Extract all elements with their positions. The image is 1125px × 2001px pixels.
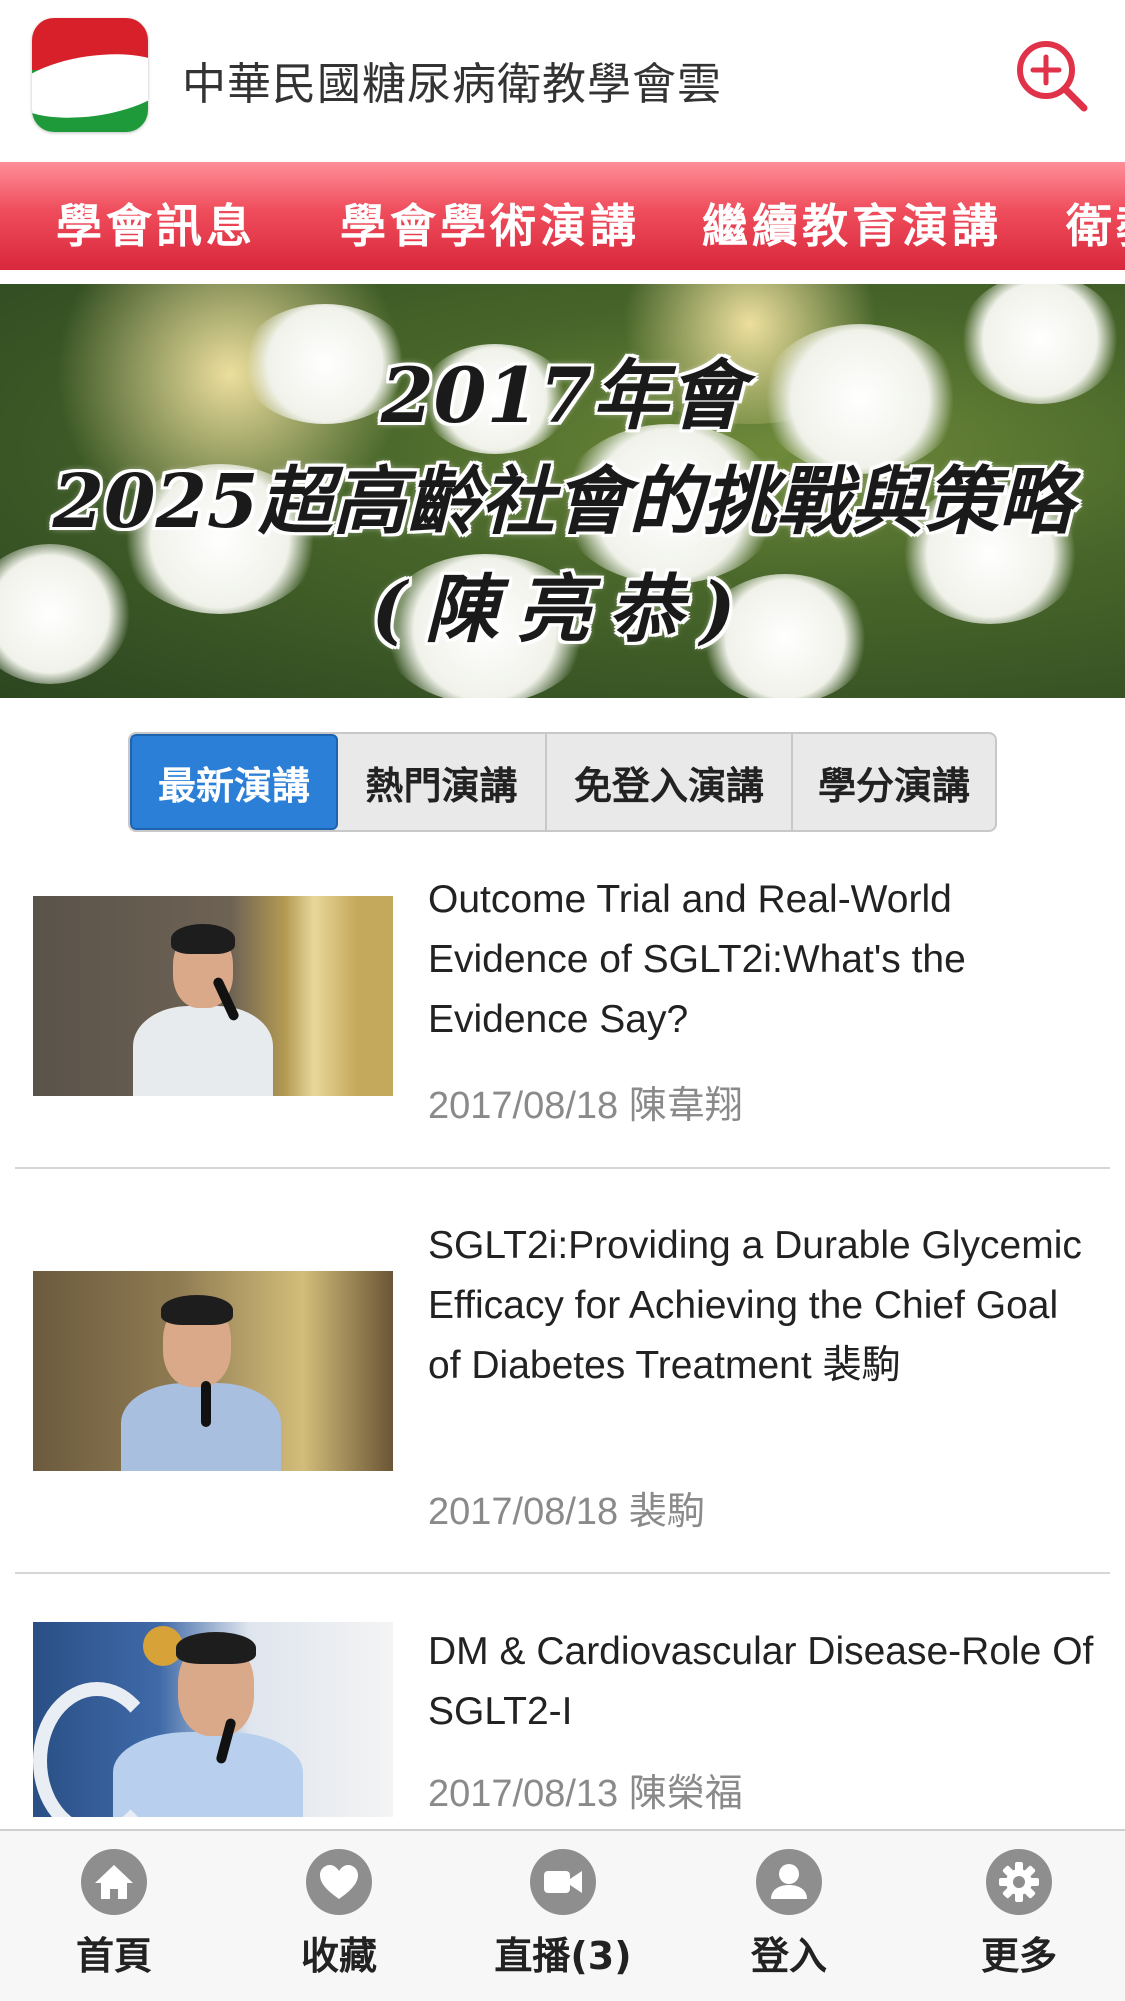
tab-label: 登入	[750, 1934, 827, 1978]
lecture-meta: 2017/08/18 陳韋翔	[428, 1085, 743, 1127]
video-camera-icon	[530, 1849, 596, 1915]
gear-icon	[986, 1849, 1052, 1915]
lecture-thumbnail[interactable]	[33, 1271, 393, 1471]
banner-line-3: (陳亮恭)	[371, 567, 754, 653]
lecture-filter-segmented: 最新演講 熱門演講 免登入演講 學分演講	[128, 732, 997, 832]
segment-no-login[interactable]: 免登入演講	[547, 734, 793, 830]
lecture-title[interactable]: Outcome Trial and Real-World Evidence of…	[428, 870, 1098, 1050]
segment-credit[interactable]: 學分演講	[793, 734, 995, 830]
app-header: ADE 中華民國糖尿病衛教學會雲	[0, 0, 1125, 162]
top-nav: 學會訊息 學會學術演講 繼續教育演講 衛教	[0, 162, 1125, 270]
banner[interactable]: 2017年會 2025超高齡社會的挑戰與策略 (陳亮恭)	[0, 284, 1125, 698]
nav-item-education[interactable]: 衛教	[1066, 190, 1125, 256]
lecture-meta: 2017/08/18 裴駒	[428, 1491, 705, 1533]
segment-popular[interactable]: 熱門演講	[338, 734, 547, 830]
list-item[interactable]: SGLT2i:Providing a Durable Glycemic Effi…	[0, 1216, 1125, 1556]
ade-logo: ADE	[32, 18, 148, 132]
tab-more[interactable]: 更多	[939, 1849, 1099, 1980]
nav-item-ce-talks[interactable]: 繼續教育演講	[702, 190, 1002, 256]
tab-home[interactable]: 首頁	[34, 1849, 194, 1980]
app-title: 中華民國糖尿病衛教學會雲	[182, 59, 722, 110]
lecture-meta: 2017/08/13 陳榮福	[428, 1773, 743, 1815]
user-icon	[756, 1849, 822, 1915]
list-item[interactable]: Outcome Trial and Real-World Evidence of…	[0, 870, 1125, 1170]
lecture-title[interactable]: SGLT2i:Providing a Durable Glycemic Effi…	[428, 1216, 1098, 1396]
tab-live[interactable]: 直播(3)	[483, 1849, 643, 1980]
banner-line-1: 2017年會	[380, 351, 745, 440]
home-icon	[81, 1849, 147, 1915]
zoom-in-icon[interactable]	[1012, 36, 1092, 116]
heart-icon	[306, 1849, 372, 1915]
lecture-title[interactable]: DM & Cardiovascular Disease-Role Of SGLT…	[428, 1622, 1098, 1742]
lecture-thumbnail[interactable]	[33, 896, 393, 1096]
lecture-thumbnail[interactable]	[33, 1622, 393, 1817]
banner-line-2: 2025超高齡社會的挑戰與策略	[52, 459, 1073, 545]
tab-label: 首頁	[75, 1934, 152, 1978]
tab-label: 直播(3)	[494, 1934, 632, 1978]
nav-item-academic-talks[interactable]: 學會學術演講	[340, 190, 640, 256]
list-item[interactable]: DM & Cardiovascular Disease-Role Of SGLT…	[0, 1622, 1125, 1828]
tab-login[interactable]: 登入	[709, 1849, 869, 1980]
divider	[15, 1572, 1110, 1574]
divider	[15, 1167, 1110, 1169]
segment-latest[interactable]: 最新演講	[130, 734, 338, 830]
nav-item-news[interactable]: 學會訊息	[56, 190, 256, 256]
bottom-tab-bar: 首頁 收藏 直播(3) 登入 更多	[0, 1829, 1125, 2001]
tab-label: 更多	[980, 1934, 1057, 1978]
tab-favorites[interactable]: 收藏	[259, 1849, 419, 1980]
tab-label: 收藏	[300, 1934, 377, 1978]
logo-text: ADE	[66, 84, 108, 104]
